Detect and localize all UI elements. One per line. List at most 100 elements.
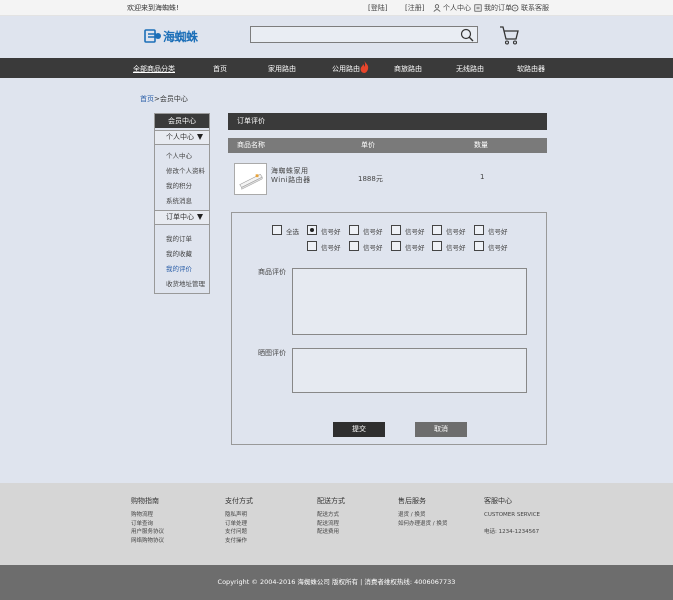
tag-checkbox[interactable] xyxy=(349,225,359,235)
sidebar-item-points[interactable]: 我的积分 xyxy=(166,180,192,190)
sidebar-item-edit-profile[interactable]: 修改个人资料 xyxy=(166,165,205,175)
tag-label: 信号好 xyxy=(363,244,383,252)
sidebar-section-orders[interactable]: 订单中心 xyxy=(155,210,209,225)
footer-col-title: 售后服务 xyxy=(398,497,426,505)
footer-col-delivery: 配送方式 配送方式 配送流程 配送费用 xyxy=(317,496,345,537)
triangle-down-icon xyxy=(197,134,203,140)
sidebar-title: 会员中心 xyxy=(155,114,209,128)
footer-link[interactable]: 配送方式 xyxy=(317,511,345,520)
nav-home[interactable]: 首页 xyxy=(213,64,227,74)
nav-all-categories[interactable]: 全部商品分类 xyxy=(133,64,175,74)
column-quantity: 数量 xyxy=(474,141,488,149)
product-review-textarea[interactable] xyxy=(292,268,527,335)
sidebar-item-favorites[interactable]: 我的收藏 xyxy=(166,248,192,258)
footer-link[interactable]: 用户服务协议 xyxy=(131,528,164,537)
sidebar-item-personal-center[interactable]: 个人中心 xyxy=(166,150,192,160)
sidebar-item-messages[interactable]: 系统消息 xyxy=(166,195,192,205)
tag-label: 信号好 xyxy=(405,244,425,252)
footer-col-payment: 支付方式 隐私声明 订单处理 支付问题 支付操作 xyxy=(225,496,253,545)
submit-button[interactable]: 提交 xyxy=(333,422,385,437)
tag-checkbox[interactable] xyxy=(391,241,401,251)
tag-label: 信号好 xyxy=(446,244,466,252)
sidebar-item-my-reviews[interactable]: 我的评价 xyxy=(166,263,192,273)
footer-link[interactable]: 支付问题 xyxy=(225,528,253,537)
logo-text: 海蜘蛛 xyxy=(163,29,198,44)
tag-label: 信号好 xyxy=(321,228,341,236)
footer-link[interactable]: 隐私声明 xyxy=(225,511,253,520)
tag-checkbox[interactable] xyxy=(432,241,442,251)
footer-col-service-center: 客服中心 CUSTOMER SERVICE 电话: 1234-1234567 xyxy=(484,496,540,537)
my-orders-link[interactable]: 我的订单 xyxy=(474,3,512,13)
sidebar-section-label: 个人中心 xyxy=(166,133,194,141)
search-icon[interactable] xyxy=(460,28,474,42)
order-icon xyxy=(474,4,482,12)
nav-home-router[interactable]: 家用路由 xyxy=(268,64,296,74)
tag-checkbox[interactable] xyxy=(349,241,359,251)
nav-wireless-router[interactable]: 无线路由 xyxy=(456,64,484,74)
column-product-name: 商品名称 xyxy=(237,141,265,149)
header: 海蜘蛛 xyxy=(0,16,673,58)
cancel-button[interactable]: 取消 xyxy=(415,422,467,437)
nav-business-router[interactable]: 商旅路由 xyxy=(394,64,422,74)
sidebar-section-personal[interactable]: 个人中心 xyxy=(155,130,209,145)
footer-col-title: 客服中心 xyxy=(484,497,512,505)
sidebar-item-address[interactable]: 收货地址管理 xyxy=(166,278,205,288)
footer-link[interactable]: 如何办理退货 / 换货 xyxy=(398,520,447,529)
tag-label: 信号好 xyxy=(488,228,508,236)
breadcrumb: 首页>会员中心 xyxy=(140,94,188,104)
personal-center-link[interactable]: 个人中心 xyxy=(433,3,471,13)
photo-review-label: 晒图评价 xyxy=(258,349,286,357)
footer-link[interactable]: 配送流程 xyxy=(317,520,345,529)
footer-col-title: 购物指南 xyxy=(131,497,159,505)
order-table-header: 商品名称 单价 数量 xyxy=(228,138,547,153)
footer-link[interactable]: 订单查询 xyxy=(131,520,164,529)
search-input[interactable] xyxy=(250,26,478,43)
product-name[interactable]: 海蜘蛛家用Wini路由器 xyxy=(271,167,321,185)
footer-link[interactable]: 网络购物协议 xyxy=(131,537,164,546)
tag-checkbox[interactable] xyxy=(474,225,484,235)
breadcrumb-home[interactable]: 首页 xyxy=(140,95,154,103)
personal-center-label: 个人中心 xyxy=(443,4,471,12)
register-link[interactable]: [注册] xyxy=(405,3,424,13)
footer-link[interactable]: 配送费用 xyxy=(317,528,345,537)
tag-checkbox[interactable] xyxy=(391,225,401,235)
select-all-checkbox[interactable] xyxy=(272,225,282,235)
tag-checkbox[interactable] xyxy=(474,241,484,251)
hot-flame-icon xyxy=(360,61,369,73)
tag-checkbox[interactable] xyxy=(307,225,317,235)
contact-service-label: 联系客服 xyxy=(521,4,549,12)
tag-label: 信号好 xyxy=(363,228,383,236)
copyright-bar: Copyright © 2004-2016 海蜘蛛公司 版权所有 | 消费者维权… xyxy=(0,565,673,600)
product-price: 1888元 xyxy=(358,175,383,183)
top-bar: 欢迎来到海蜘蛛! [登陆] [注册] 个人中心 我的订单 联系客服 xyxy=(0,0,673,16)
order-review-title: 订单评价 xyxy=(228,113,547,130)
product-quantity: 1 xyxy=(480,173,485,181)
footer-link[interactable]: 退货 / 换货 xyxy=(398,511,447,520)
footer-col-title: 配送方式 xyxy=(317,497,345,505)
tag-label: 信号好 xyxy=(321,244,341,252)
main-nav: 全部商品分类 首页 家用路由 公用路由 商旅路由 无线路由 软路由器 xyxy=(0,58,673,78)
footer-link[interactable]: 购物流程 xyxy=(131,511,164,520)
sidebar-item-my-orders[interactable]: 我的订单 xyxy=(166,233,192,243)
footer-link[interactable]: 订单处理 xyxy=(225,520,253,529)
login-link[interactable]: [登陆] xyxy=(368,3,387,13)
cart-icon[interactable] xyxy=(498,24,520,46)
tag-checkbox[interactable] xyxy=(307,241,317,251)
nav-soft-router[interactable]: 软路由器 xyxy=(517,64,545,74)
footer-text: CUSTOMER SERVICE xyxy=(484,512,541,518)
review-form: 全选 信号好 信号好 信号好 信号好 信号好 信号好 信号好 信号好 信号好 信… xyxy=(231,212,547,445)
member-sidebar: 会员中心 个人中心 个人中心 修改个人资料 我的积分 系统消息 订单中心 我的订… xyxy=(154,113,210,294)
column-unit-price: 单价 xyxy=(361,141,375,149)
footer: 购物指南 购物流程 订单查询 用户服务协议 网络购物协议 支付方式 隐私声明 订… xyxy=(0,483,673,565)
photo-review-textarea[interactable] xyxy=(292,348,527,393)
logo[interactable]: 海蜘蛛 xyxy=(144,24,222,48)
contact-service-link[interactable]: 联系客服 xyxy=(511,3,549,13)
tag-checkbox[interactable] xyxy=(432,225,442,235)
footer-text xyxy=(484,520,540,529)
user-icon xyxy=(433,4,441,12)
tag-label: 信号好 xyxy=(446,228,466,236)
footer-col-title: 支付方式 xyxy=(225,497,253,505)
footer-link[interactable]: 支付操作 xyxy=(225,537,253,546)
product-thumbnail[interactable] xyxy=(234,163,267,195)
nav-public-router[interactable]: 公用路由 xyxy=(332,64,360,74)
